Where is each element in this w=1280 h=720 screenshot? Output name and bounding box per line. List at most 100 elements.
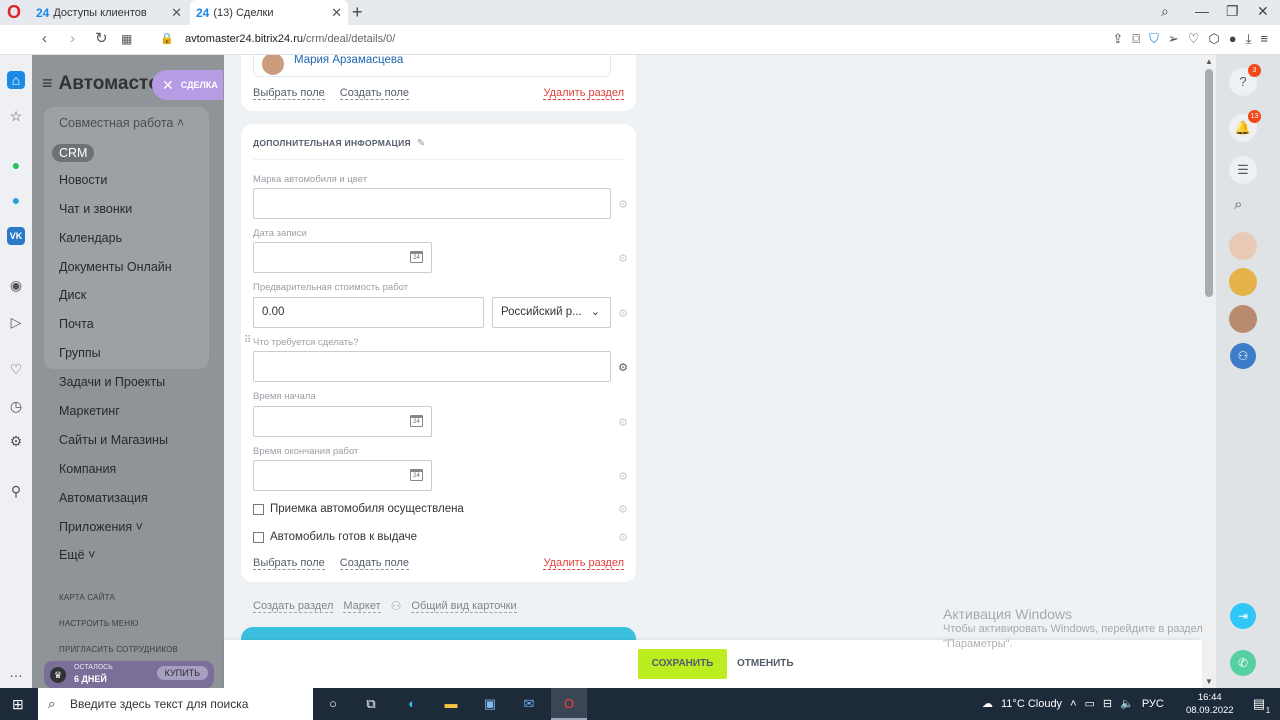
configure-menu-link[interactable]: НАСТРОИТЬ МЕНЮ <box>59 619 139 628</box>
create-field-link[interactable]: Создать поле <box>339 87 410 100</box>
send-icon[interactable]: ➢ <box>1168 31 1179 47</box>
send-sidebar-icon[interactable]: ▷ <box>7 313 25 331</box>
lightbulb-icon[interactable]: ⚲ <box>7 482 25 500</box>
profile-icon[interactable]: ● <box>1229 31 1237 47</box>
end-time-input[interactable]: 24 <box>253 460 432 491</box>
delete-section-link[interactable]: Удалить раздел <box>543 87 624 100</box>
pencil-icon[interactable]: ✎ <box>417 138 426 149</box>
edge-icon[interactable]: ◐ <box>403 695 421 713</box>
file-explorer-icon[interactable]: ▬ <box>442 695 460 713</box>
menu-item-tasks[interactable]: Задачи и Проекты <box>59 375 165 389</box>
car-input[interactable] <box>253 188 611 219</box>
tab-client-access[interactable]: 24 Доступы клиентов ✕ <box>30 0 188 25</box>
cube-icon[interactable]: ⬡ <box>1208 31 1219 47</box>
store-icon[interactable]: ▣ <box>481 695 499 713</box>
calendar-icon[interactable]: 24 <box>410 469 423 481</box>
window-close-button[interactable]: ✕ <box>1257 3 1269 20</box>
vk-icon[interactable]: VK <box>7 227 25 245</box>
task-view-icon[interactable]: ⧉ <box>362 695 380 713</box>
gear-icon[interactable]: ⚙ <box>618 531 628 544</box>
battery-icon[interactable]: ▭ <box>1085 697 1095 710</box>
start-time-input[interactable]: 24 <box>253 406 432 437</box>
currency-select[interactable]: Российский р... ⌄ <box>492 297 611 328</box>
close-icon[interactable]: ✕ <box>171 5 182 21</box>
menu-item-company[interactable]: Компания <box>59 462 116 476</box>
open-lines-icon[interactable]: ⇥ <box>1230 603 1256 629</box>
download-icon[interactable]: ⤓ <box>1246 31 1252 47</box>
menu-item-automation[interactable]: Автоматизация <box>59 491 148 505</box>
market-link[interactable]: Маркет <box>343 600 381 613</box>
menu-item-groups[interactable]: Группы <box>59 346 101 360</box>
scroll-up-icon[interactable]: ▲ <box>1205 57 1213 66</box>
chevron-up-icon[interactable]: ˄ <box>1070 698 1076 710</box>
back-icon[interactable]: ‹ <box>42 31 47 47</box>
phone-icon[interactable]: ✆ <box>1230 650 1256 676</box>
avatar[interactable] <box>1229 305 1257 333</box>
tab-deals[interactable]: 24 (13) Сделки ✕ <box>190 0 348 25</box>
menu-item-mail[interactable]: Почта <box>59 317 94 331</box>
checkbox-car-ready[interactable]: Автомобиль готов к выдаче <box>253 531 417 543</box>
menu-group-label[interactable]: Совместная работа ˄ <box>59 116 184 130</box>
menu-item-chat[interactable]: Чат и звонки <box>59 202 132 216</box>
select-field-link[interactable]: Выбрать поле <box>253 87 325 100</box>
scroll-thumb[interactable] <box>1205 69 1213 297</box>
minimize-button[interactable]: — <box>1195 3 1209 19</box>
cancel-button[interactable]: ОТМЕНИТЬ <box>737 649 794 679</box>
card-view-link[interactable]: Общий вид карточки <box>411 600 517 613</box>
history-icon[interactable]: ◷ <box>7 397 25 415</box>
date-input[interactable]: 24 <box>253 242 432 273</box>
windows-start-icon[interactable]: ⊞ <box>12 696 24 713</box>
restore-button[interactable]: ❐ <box>1226 3 1239 20</box>
calendar-icon[interactable]: 24 <box>410 251 423 263</box>
cortana-icon[interactable]: ○ <box>324 695 342 713</box>
share-icon[interactable]: ⇪ <box>1112 31 1123 47</box>
menu-item-crm[interactable]: CRM <box>52 144 95 162</box>
gear-icon[interactable]: ⚙ <box>7 432 25 450</box>
weather-text[interactable]: 11°C Cloudy <box>1001 698 1062 710</box>
messenger-button[interactable]: ☰ <box>1229 156 1257 184</box>
invite-employees-link[interactable]: ПРИГЛАСИТЬ СОТРУДНИКОВ <box>59 645 178 654</box>
clock[interactable]: 16:44 08.09.2022 <box>1186 691 1234 717</box>
group-chat-icon[interactable]: ⚇ <box>1230 343 1256 369</box>
menu-item-disk[interactable]: Диск <box>59 288 86 302</box>
gear-icon[interactable]: ⚙ <box>618 361 628 374</box>
notifications-button[interactable]: 🔔 13 <box>1229 110 1261 142</box>
menu-icon[interactable]: ≡ <box>1260 31 1268 47</box>
language-indicator[interactable]: РУС <box>1142 698 1164 710</box>
more-icon[interactable]: … <box>7 663 25 681</box>
search-tabs-icon[interactable]: ⌕ <box>1161 3 1169 20</box>
calendar-icon[interactable]: 24 <box>410 415 423 427</box>
checkbox[interactable] <box>253 531 264 543</box>
new-tab-button[interactable]: + <box>352 2 363 23</box>
home-icon[interactable]: ⌂ <box>7 71 25 89</box>
volume-icon[interactable]: 🔈 <box>1120 697 1134 710</box>
menu-item-apps[interactable]: Приложения ˅ <box>59 520 143 534</box>
gear-icon[interactable]: ⚙ <box>618 503 628 516</box>
checkbox[interactable] <box>253 503 264 515</box>
reload-icon[interactable]: ↻ <box>95 31 108 47</box>
avatar[interactable] <box>1229 268 1257 296</box>
url-field[interactable]: avtomaster24.bitrix24.ru/crm/deal/detail… <box>185 33 395 45</box>
slider-close-chip[interactable]: ✕ СДЕЛКА <box>152 70 223 100</box>
taskbar-search-input[interactable]: ⌕ Введите здесь текст для поиска <box>38 688 313 720</box>
camera-icon[interactable]: ⌼ <box>1132 31 1140 47</box>
mail-icon[interactable]: ✉ <box>520 695 538 713</box>
tabs-grid-icon[interactable]: ▦ <box>121 31 132 47</box>
heart-icon[interactable]: ♡ <box>1188 31 1200 47</box>
checkbox-car-accepted[interactable]: Приемка автомобиля осуществлена <box>253 503 464 515</box>
sitemap-link[interactable]: КАРТА САЙТА <box>59 593 115 602</box>
whatsapp-icon[interactable]: ● <box>7 156 25 174</box>
scroll-down-icon[interactable]: ▼ <box>1205 677 1213 686</box>
drag-handle-icon[interactable]: ⠿ <box>244 335 251 346</box>
opera-logo-icon[interactable]: O <box>7 3 25 21</box>
menu-item-calendar[interactable]: Календарь <box>59 231 122 245</box>
buy-button[interactable]: КУПИТЬ <box>156 666 208 680</box>
forward-icon[interactable]: › <box>70 31 75 47</box>
menu-item-marketing[interactable]: Маркетинг <box>59 404 120 418</box>
opera-icon[interactable]: O <box>560 695 578 713</box>
shield-icon[interactable]: ⛉ <box>1149 31 1159 47</box>
todo-input[interactable] <box>253 351 611 382</box>
telegram-icon[interactable]: ● <box>7 191 25 209</box>
close-icon[interactable]: ✕ <box>331 5 342 21</box>
avatar[interactable] <box>1229 232 1257 260</box>
